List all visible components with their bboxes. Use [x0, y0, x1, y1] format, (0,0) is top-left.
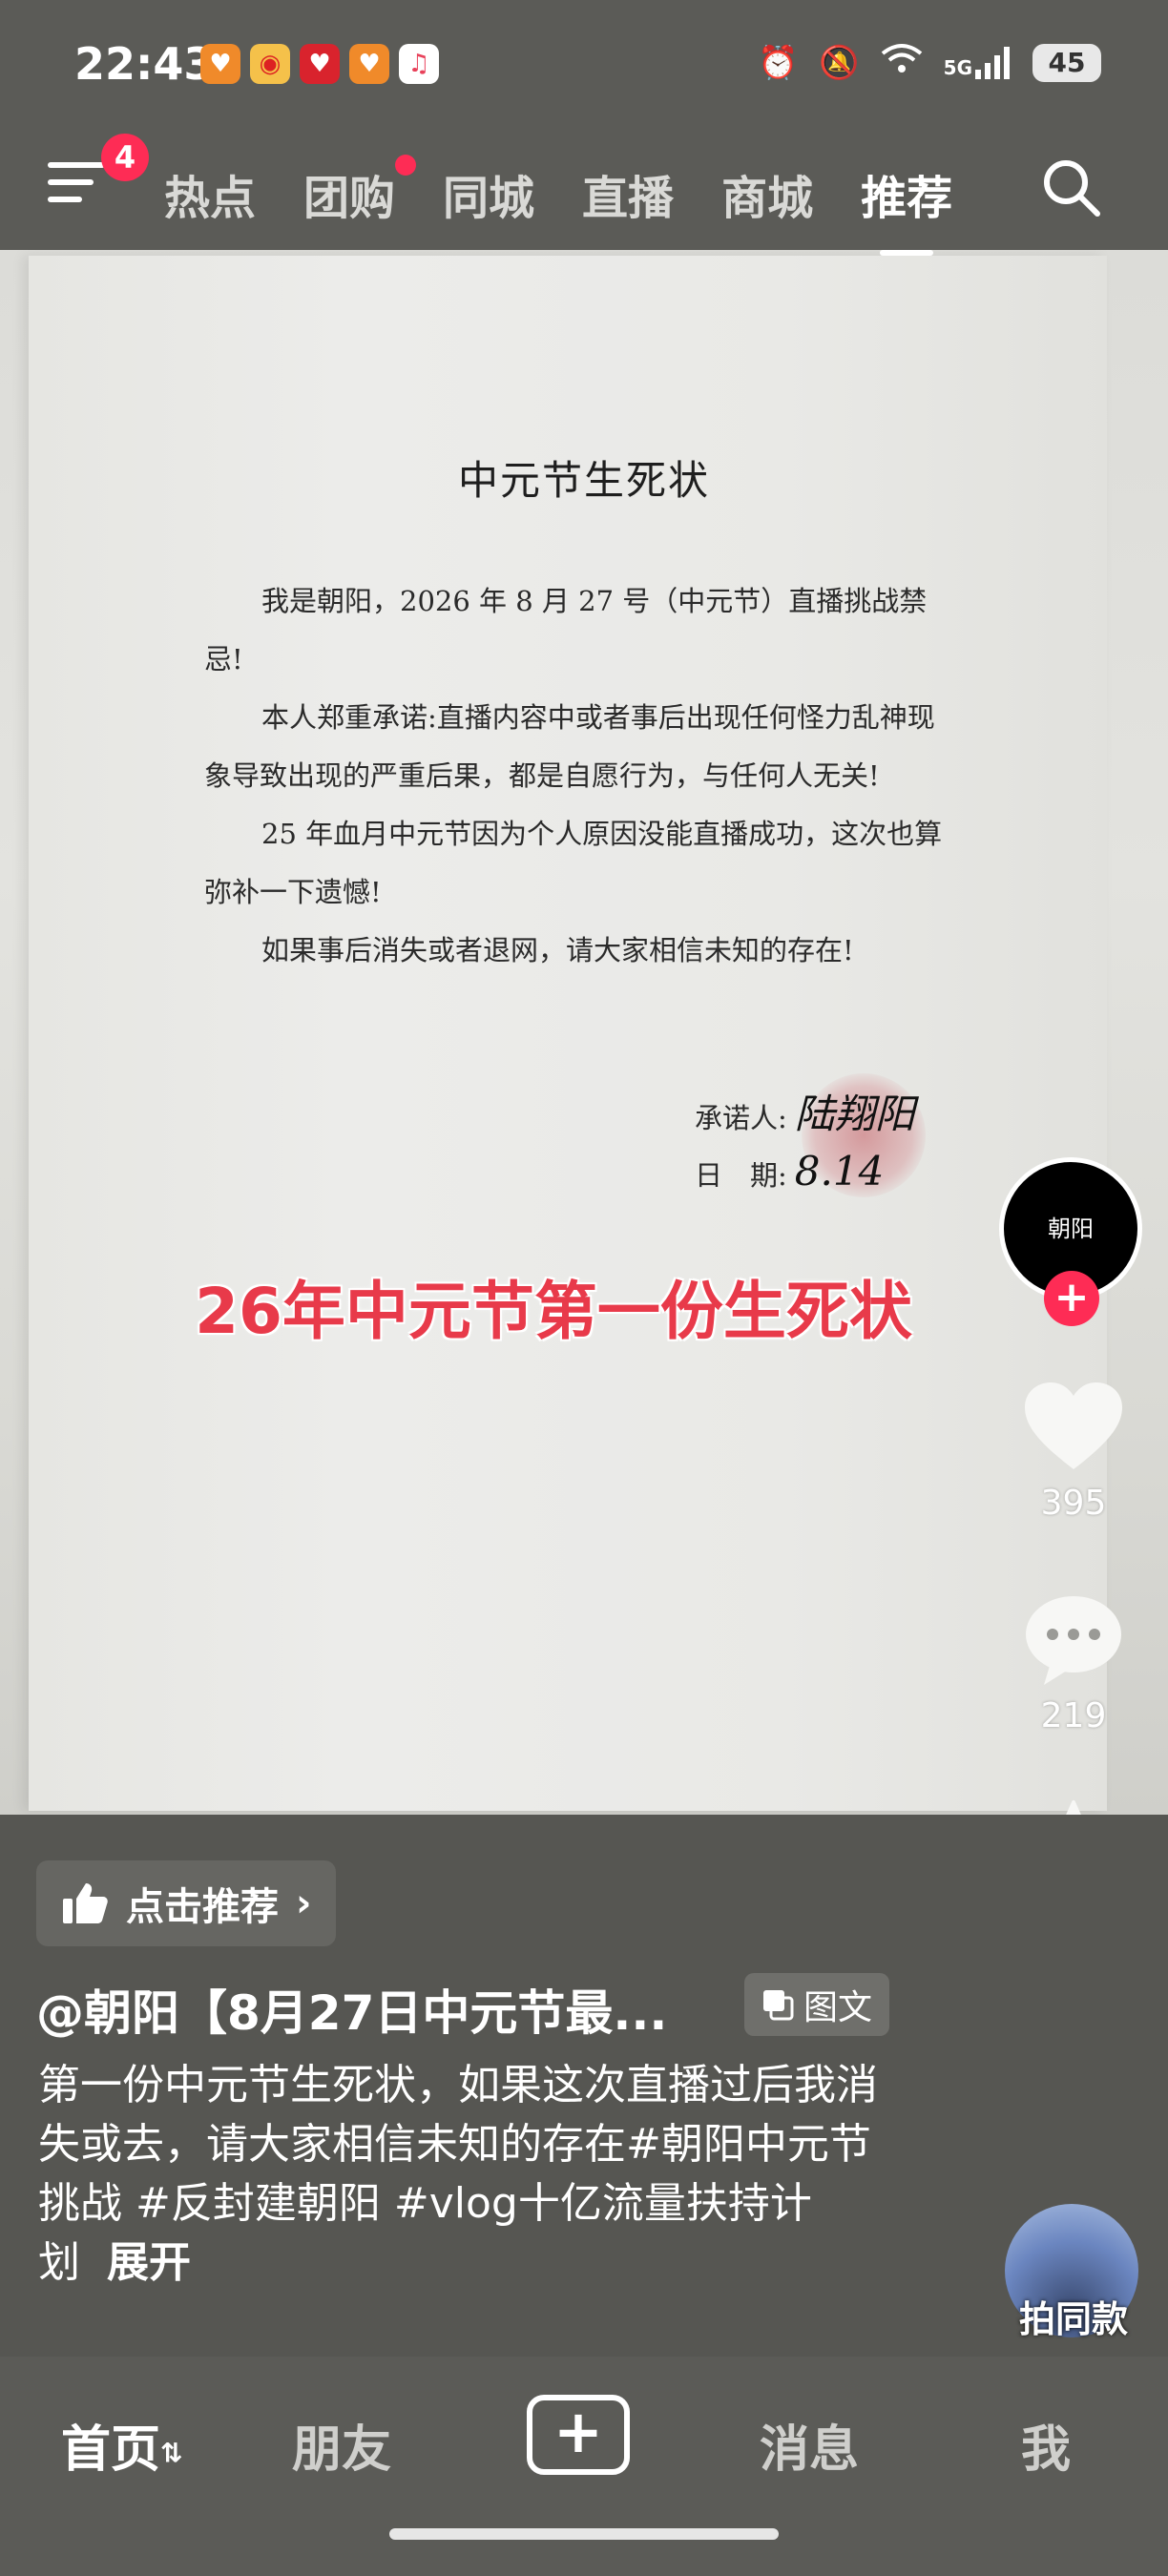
- network-type: 5G: [943, 55, 972, 79]
- music-icon: ♫: [399, 44, 439, 84]
- signature-date: 8.14: [794, 1148, 885, 1195]
- like-count: 395: [1040, 1484, 1107, 1523]
- app-notification-icon: ♥: [349, 44, 389, 84]
- tab-label: 推荐: [861, 172, 953, 225]
- tab-label: 直播: [582, 172, 675, 225]
- chevron-right-icon: ›: [296, 1881, 312, 1925]
- nav-friends[interactable]: 朋友: [292, 2409, 391, 2481]
- comment-button[interactable]: 219: [1012, 1591, 1136, 1735]
- image-text-tag[interactable]: 图文: [744, 1973, 890, 2036]
- post-title[interactable]: @朝阳【8月27日中元节最...: [36, 1975, 667, 2044]
- signer-signature: 陆翔阳: [794, 1091, 915, 1137]
- tab-label: 团购: [303, 172, 396, 225]
- date-label: 日 期:: [695, 1159, 787, 1192]
- tab-local[interactable]: 同城: [443, 160, 534, 227]
- signer-label: 承诺人:: [695, 1102, 787, 1134]
- tab-recommend[interactable]: 推荐: [861, 160, 953, 256]
- thumbs-up-icon: [63, 1883, 108, 1923]
- tab-hot[interactable]: 热点: [164, 160, 256, 227]
- switch-icon: ⇅: [160, 2437, 183, 2469]
- nav-me[interactable]: 我: [1021, 2409, 1071, 2481]
- heart-icon: [1025, 1382, 1122, 1469]
- signature-block: 承诺人: 陆翔阳 日 期: 8.14: [695, 1088, 915, 1202]
- document-paragraph: 25 年血月中元节因为个人原因没能直播成功，这次也算弥补一下遗憾!: [204, 818, 943, 908]
- status-time: 22:43: [74, 38, 215, 90]
- tab-mall[interactable]: 商城: [721, 160, 813, 227]
- tab-live[interactable]: 直播: [582, 160, 674, 227]
- images-icon: [763, 1990, 794, 2021]
- recommend-button[interactable]: 点击推荐 ›: [36, 1860, 337, 1946]
- battery-icon: 45: [1032, 43, 1101, 82]
- search-icon[interactable]: [1040, 156, 1101, 218]
- expand-link[interactable]: 展开: [107, 2238, 191, 2287]
- comment-count: 219: [1040, 1696, 1107, 1735]
- status-right: ⏰ 🔕 5G 45: [758, 42, 1101, 83]
- feed-tabs: 热点 团购 同城 直播 商城 推荐: [164, 155, 953, 256]
- app-notification-icon: ♥: [200, 44, 240, 84]
- recommend-label: 点击推荐: [126, 1885, 279, 1929]
- document-body: 我是朝阳，2026 年 8 月 27 号（中元节）直播挑战禁忌! 本人郑重承诺:…: [204, 572, 949, 980]
- notification-icons: ♥ ◉ ♥ ♥ ♫: [200, 44, 439, 84]
- wifi-icon: [881, 42, 923, 83]
- document-paragraph: 如果事后消失或者退网，请大家相信未知的存在!: [261, 934, 854, 966]
- menu-button[interactable]: [48, 162, 105, 210]
- menu-icon-line: [48, 197, 82, 202]
- comment-icon: [1026, 1596, 1121, 1685]
- home-indicator[interactable]: [389, 2528, 779, 2540]
- image-text-label: 图文: [803, 1988, 873, 2027]
- tab-label: 商城: [721, 172, 814, 225]
- follow-button[interactable]: +: [1044, 1271, 1099, 1326]
- weibo-icon: ◉: [250, 44, 290, 84]
- document-paragraph: 本人郑重承诺:直播内容中或者事后出现任何怪力乱神现象导致出现的严重后果，都是自愿…: [204, 701, 935, 792]
- like-button[interactable]: 395: [1012, 1379, 1136, 1523]
- notification-dot: [395, 155, 417, 176]
- cellular-signal-icon: 5G: [943, 46, 1012, 79]
- menu-icon-line: [48, 162, 105, 168]
- create-post-button[interactable]: +: [527, 2395, 630, 2475]
- menu-badge: 4: [101, 134, 149, 181]
- nav-home-label: 首页: [61, 2421, 161, 2479]
- tab-label: 同城: [443, 172, 535, 225]
- alarm-icon: ⏰: [757, 43, 799, 82]
- document-paragraph: 我是朝阳，2026 年 8 月 27 号（中元节）直播挑战禁忌!: [204, 585, 928, 675]
- nav-messages[interactable]: 消息: [760, 2409, 859, 2481]
- document-title: 中元节生死状: [457, 457, 710, 504]
- menu-icon-line: [48, 179, 94, 185]
- post-description[interactable]: 第一份中元节生死状，如果这次直播过后我消失或去，请大家相信未知的存在#朝阳中元节…: [38, 2056, 897, 2293]
- same-style-label[interactable]: 拍同款: [992, 2290, 1155, 2342]
- overlay-caption: 26年中元节第一份生死状: [195, 1275, 912, 1348]
- mute-icon: 🔕: [819, 43, 860, 82]
- app-notification-icon: ♥: [300, 44, 340, 84]
- tab-label: 热点: [164, 172, 257, 225]
- nav-home[interactable]: 首页⇅: [61, 2409, 182, 2481]
- tab-group-buy[interactable]: 团购: [303, 155, 417, 227]
